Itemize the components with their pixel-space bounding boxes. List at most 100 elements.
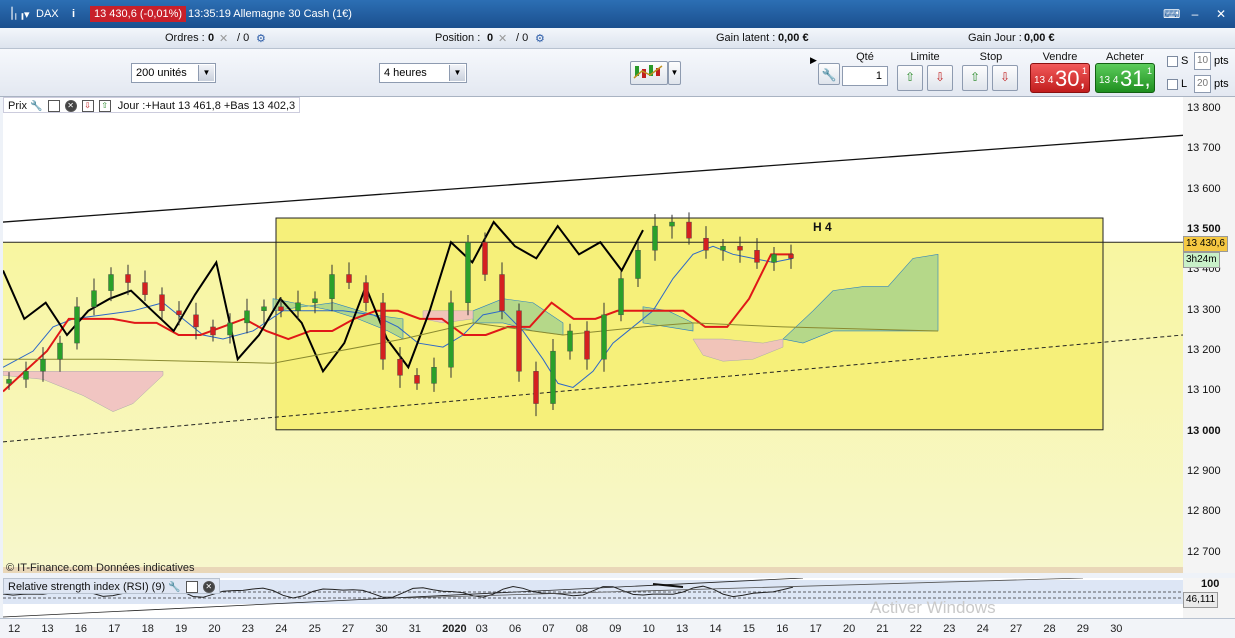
move-up-icon[interactable]: ⇧ xyxy=(98,100,111,113)
candle-down xyxy=(737,246,743,251)
candle-chart-icon xyxy=(633,65,663,79)
candle-down xyxy=(533,371,539,404)
wrench-icon[interactable]: 🔧 xyxy=(168,582,180,593)
candle-up xyxy=(669,221,675,227)
x-tick-label: 13 xyxy=(676,623,689,635)
price-chart[interactable]: H 4 xyxy=(2,97,1184,573)
close-icon[interactable]: ✕ xyxy=(202,581,215,594)
y-tick-label: 13 200 xyxy=(1187,344,1221,357)
dropdown-icon[interactable]: ▾ xyxy=(24,8,30,21)
window-icon[interactable] xyxy=(47,100,60,113)
x-tick-label: 21 xyxy=(876,623,889,635)
buy-price-sup: 1 xyxy=(1147,66,1153,76)
windows-watermark: Activer Windows xyxy=(870,598,996,617)
sell-price-prefix: 13 4 xyxy=(1034,75,1054,86)
candle-down xyxy=(686,221,692,239)
gain-jour-value: 0,00 € xyxy=(1024,32,1055,44)
x-tick-label: 30 xyxy=(375,623,388,635)
position-label: Position : xyxy=(435,32,481,44)
candle-up xyxy=(227,322,233,336)
candle-down xyxy=(346,274,352,283)
x-tick-label: 24 xyxy=(275,623,288,635)
qty-input[interactable]: 1 xyxy=(842,66,888,86)
orders-cancel-icon[interactable]: ✕ xyxy=(219,32,228,45)
candle-down xyxy=(788,254,794,259)
move-down-icon[interactable]: ⇩ xyxy=(81,100,94,113)
limit-buy-button[interactable]: ⇧ xyxy=(897,65,923,91)
chevron-down-icon[interactable]: ▼ xyxy=(198,65,214,81)
sell-header: Vendre xyxy=(1042,51,1078,63)
candle-up xyxy=(312,298,318,303)
rsi-header-label: Relative strength index (RSI) (9) xyxy=(8,581,166,593)
price-chart-svg[interactable]: H 4 xyxy=(2,97,1184,573)
y-tick-label: 12 800 xyxy=(1187,505,1221,518)
x-tick-label: 24 xyxy=(976,623,989,635)
minimize-icon[interactable]: – xyxy=(1187,6,1203,22)
y-tick-label: 13 700 xyxy=(1187,142,1221,155)
stop-checkbox[interactable] xyxy=(1167,56,1178,67)
limit-checkbox-label: L xyxy=(1181,78,1188,90)
chart-type-dropdown[interactable]: ▼ xyxy=(668,61,681,85)
x-tick-label: 27 xyxy=(1010,623,1023,635)
keyboard-icon[interactable]: ⌨ xyxy=(1163,6,1180,22)
wrench-button[interactable]: 🔧 xyxy=(818,63,840,85)
info-icon[interactable]: i xyxy=(72,8,75,20)
x-tick-label: 14 xyxy=(709,623,722,635)
units-select[interactable]: 200 unités ▼ xyxy=(131,63,216,83)
trading-toolbar: 200 unités ▼ 4 heures ▼ ▼ ▶ 🔧 Qté 1 Limi… xyxy=(0,49,1235,97)
candle-down xyxy=(754,250,760,263)
stop-pts-input[interactable]: 10 xyxy=(1194,52,1211,70)
collapse-arrow-icon[interactable]: ▶ xyxy=(810,55,817,66)
orders-label: Ordres : xyxy=(165,32,205,44)
limit-checkbox[interactable] xyxy=(1167,79,1178,90)
x-tick-label: 03 xyxy=(475,623,488,635)
position-count-2: / 0 xyxy=(516,32,529,44)
x-tick-label: 16 xyxy=(776,623,789,635)
stop-sell-button[interactable]: ⇩ xyxy=(992,65,1018,91)
stop-buy-icon: ⇧ xyxy=(969,70,981,84)
x-tick-label: 17 xyxy=(809,623,822,635)
limit-header: Limite xyxy=(910,51,940,63)
y-tick-label: 13 600 xyxy=(1187,182,1221,195)
x-tick-label: 13 xyxy=(41,623,54,635)
candle-up xyxy=(40,359,46,372)
window-icon[interactable] xyxy=(185,581,198,594)
candle-up xyxy=(261,306,267,311)
period-select-value: 4 heures xyxy=(384,67,427,79)
position-cancel-icon[interactable]: ✕ xyxy=(498,32,507,45)
candle-down xyxy=(516,310,522,372)
candle-down xyxy=(210,326,216,336)
limit-pts-label: pts xyxy=(1214,78,1229,90)
close-icon[interactable]: ✕ xyxy=(1213,6,1229,22)
time-x-axis[interactable]: 12 13 16 17 18 19 20 23 24 25 27 30 31 2020 03 06 07 08 09… xyxy=(0,618,1235,638)
x-tick-label: 28 xyxy=(1043,623,1056,635)
limit-pts-input[interactable]: 20 xyxy=(1194,75,1211,93)
wrench-icon[interactable]: 🔧 xyxy=(30,101,42,112)
price-badge: 13 430,6 (-0,01%) xyxy=(90,6,187,22)
candle-down xyxy=(363,282,369,303)
close-icon[interactable]: ✕ xyxy=(64,100,77,113)
buy-header: Acheter xyxy=(1106,51,1144,63)
chart-icon[interactable]: ▕╷╻ xyxy=(4,7,26,20)
candle-up xyxy=(57,342,63,360)
y-tick-label: 13 300 xyxy=(1187,303,1221,316)
y-tick-label: 13 100 xyxy=(1187,384,1221,397)
x-tick-label: 31 xyxy=(408,623,422,635)
period-select[interactable]: 4 heures ▼ xyxy=(379,63,467,83)
limit-sell-button[interactable]: ⇩ xyxy=(927,65,953,91)
last-price-tag: 13 430,6 xyxy=(1183,236,1228,252)
sell-button[interactable]: 13 4 30, 1 xyxy=(1030,63,1090,93)
chart-type-button[interactable] xyxy=(630,61,668,85)
x-tick-label: 29 xyxy=(1076,623,1090,635)
orders-settings-icon[interactable]: ⚙ xyxy=(256,32,266,45)
units-select-value: 200 unités xyxy=(136,67,187,79)
stop-buy-button[interactable]: ⇧ xyxy=(962,65,988,91)
candle-up xyxy=(23,371,29,380)
candle-up xyxy=(295,302,301,311)
candle-up xyxy=(618,278,624,316)
buy-button[interactable]: 13 4 31, 1 xyxy=(1095,63,1155,93)
position-settings-icon[interactable]: ⚙ xyxy=(535,32,545,45)
price-y-axis[interactable]: 13 800 13 700 13 600 13 500 13 400 13 300 13 2… xyxy=(1183,97,1235,573)
chevron-down-icon[interactable]: ▼ xyxy=(449,65,465,81)
gain-jour-label: Gain Jour : xyxy=(968,32,1022,44)
